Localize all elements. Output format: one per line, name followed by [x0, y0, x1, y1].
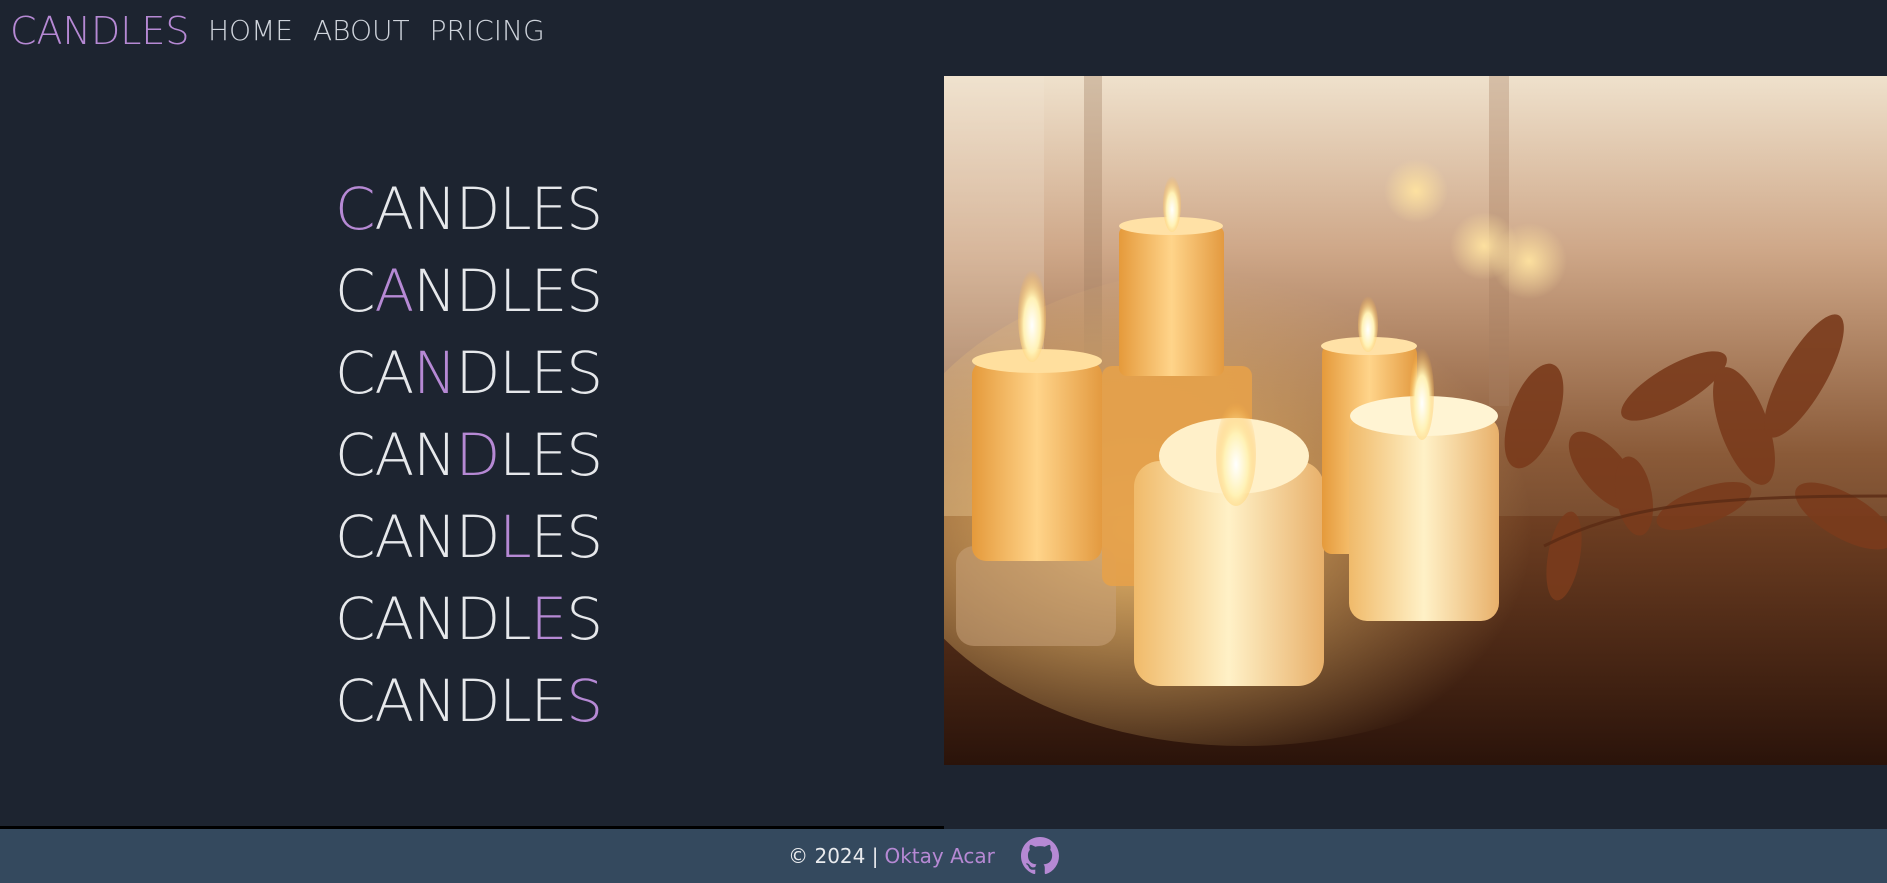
hero-word-row: CANDLES [335, 332, 603, 414]
hero-word-row: CANDLES [335, 414, 603, 496]
letter: S [566, 503, 603, 571]
nav-links: HOME ABOUT PRICING [208, 14, 545, 48]
letter: A [374, 585, 415, 653]
letter: L [499, 585, 531, 653]
highlighted-letter: E [530, 585, 568, 653]
hero-word-row: CANDLES [335, 168, 603, 250]
top-nav: CANDLES HOME ABOUT PRICING [0, 0, 1887, 62]
letter: D [455, 339, 501, 407]
letter: L [499, 257, 531, 325]
letter: N [413, 257, 456, 325]
letter: C [335, 339, 375, 407]
letter: D [455, 667, 501, 735]
letter: E [530, 175, 568, 243]
nav-link-about[interactable]: ABOUT [313, 14, 410, 48]
hero-photo [944, 76, 1887, 765]
letter: S [566, 339, 603, 407]
footer-copyright: © 2024 | [788, 844, 879, 868]
letter: A [374, 667, 415, 735]
footer-content: © 2024 | Oktay Acar [788, 837, 1059, 875]
letter: E [530, 339, 568, 407]
highlighted-letter: L [499, 503, 531, 571]
letter: A [374, 339, 415, 407]
brand-logo[interactable]: CANDLES [10, 8, 190, 54]
stacked-words: CANDLES CANDLES CANDLES CANDLES CANDLES CANDL… [335, 168, 603, 742]
footer-author-link[interactable]: Oktay Acar [884, 844, 994, 868]
hero-word-row: CANDLES [335, 250, 603, 332]
nav-link-pricing[interactable]: PRICING [430, 14, 545, 48]
letter: D [455, 175, 501, 243]
highlighted-letter: C [335, 175, 375, 243]
hero-word-row: CANDLES [335, 496, 603, 578]
footer: © 2024 | Oktay Acar [0, 829, 1887, 883]
hero-word-row: CANDLES [335, 578, 603, 660]
candles-photo [944, 76, 1887, 765]
letter: A [374, 503, 415, 571]
letter: D [455, 503, 501, 571]
letter: S [566, 175, 603, 243]
letter: E [530, 667, 568, 735]
letter: D [455, 257, 501, 325]
page: CANDLES HOME ABOUT PRICING CANDLES CANDLE… [0, 0, 1887, 883]
letter: A [374, 421, 415, 489]
letter: L [499, 421, 531, 489]
letter: D [455, 585, 501, 653]
letter: E [530, 257, 568, 325]
letter: C [335, 667, 375, 735]
letter: N [413, 175, 456, 243]
letter: L [499, 667, 531, 735]
letter: L [499, 175, 531, 243]
letter: N [413, 667, 456, 735]
letter: S [566, 421, 603, 489]
highlighted-letter: A [374, 257, 415, 325]
letter: N [413, 421, 456, 489]
letter: S [566, 585, 603, 653]
letter: C [335, 421, 375, 489]
highlighted-letter: S [566, 667, 603, 735]
github-icon[interactable] [1020, 837, 1059, 875]
letter: C [335, 585, 375, 653]
letter: S [566, 257, 603, 325]
highlighted-letter: D [455, 421, 501, 489]
letter: A [374, 175, 415, 243]
letter: N [413, 585, 456, 653]
letter: C [335, 503, 375, 571]
letter: C [335, 257, 375, 325]
nav-link-home[interactable]: HOME [208, 14, 293, 48]
hero-left-panel: CANDLES CANDLES CANDLES CANDLES CANDLES CANDL… [0, 62, 944, 826]
letter: L [499, 339, 531, 407]
letter: E [530, 503, 568, 571]
hero-word-row: CANDLES [335, 660, 603, 742]
letter: N [413, 503, 456, 571]
highlighted-letter: N [413, 339, 456, 407]
letter: E [530, 421, 568, 489]
